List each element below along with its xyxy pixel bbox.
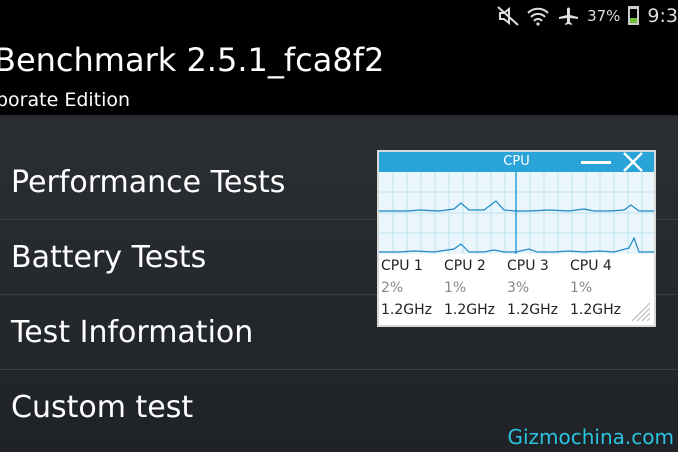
cpu-column: CPU 2 1% 1.2GHz [444,258,507,324]
status-icons: 37% 9:3 [497,0,678,31]
close-button[interactable] [621,152,645,172]
cpu-widget-titlebar[interactable]: CPU [379,152,654,172]
cpu-load: 3% [507,280,530,296]
cpu-frequency: 1.2GHz [570,302,621,318]
battery-percent: 37% [587,6,621,25]
cpu-stats: CPU 1 2% 1.2GHz CPU 2 1% 1.2GHz CPU 3 3%… [381,258,651,324]
cpu-frequency: 1.2GHz [381,302,432,318]
menu-item-label: Performance Tests [11,165,286,200]
cpu-name: CPU 2 [444,258,486,274]
cpu-frequency: 1.2GHz [507,302,558,318]
close-icon [623,152,643,172]
clock: 9:3 [647,4,678,27]
minimize-button[interactable] [581,155,611,169]
resize-grip-icon[interactable] [628,299,652,323]
cpu-column: CPU 1 2% 1.2GHz [381,258,444,324]
mute-icon [497,5,519,27]
menu-item-label: Battery Tests [11,240,207,275]
app-title: Benchmark 2.5.1_fca8f2 [0,41,385,79]
battery-icon [628,6,640,25]
watermark: Gizmochina.com [507,425,674,449]
menu-item-label: Custom test [11,390,194,425]
cpu-usage-graph [379,172,654,254]
cpu-name: CPU 4 [570,258,612,274]
airplane-icon [557,5,579,27]
cpu-load: 2% [381,280,404,296]
menu-item-label: Test Information [11,315,254,350]
cpu-frequency: 1.2GHz [444,302,495,318]
cpu-load: 1% [444,280,467,296]
cpu-widget-title: CPU [503,154,530,169]
cpu-column: CPU 4 1% 1.2GHz [570,258,633,324]
app-subtitle: porate Edition [0,89,131,111]
wifi-icon [527,5,549,27]
cpu-monitor-widget[interactable]: CPU CPU 1 2% 1.2GHz CPU 2 1% 1.2GHz CPU … [377,150,656,327]
battery-level-fill [630,17,638,23]
status-bar: 37% 9:3 [0,0,678,31]
cpu-name: CPU 3 [507,258,549,274]
cpu-load: 1% [570,280,593,296]
cpu-name: CPU 1 [381,258,423,274]
app-header: Benchmark 2.5.1_fca8f2 porate Edition [0,31,678,118]
cpu-column: CPU 3 3% 1.2GHz [507,258,570,324]
